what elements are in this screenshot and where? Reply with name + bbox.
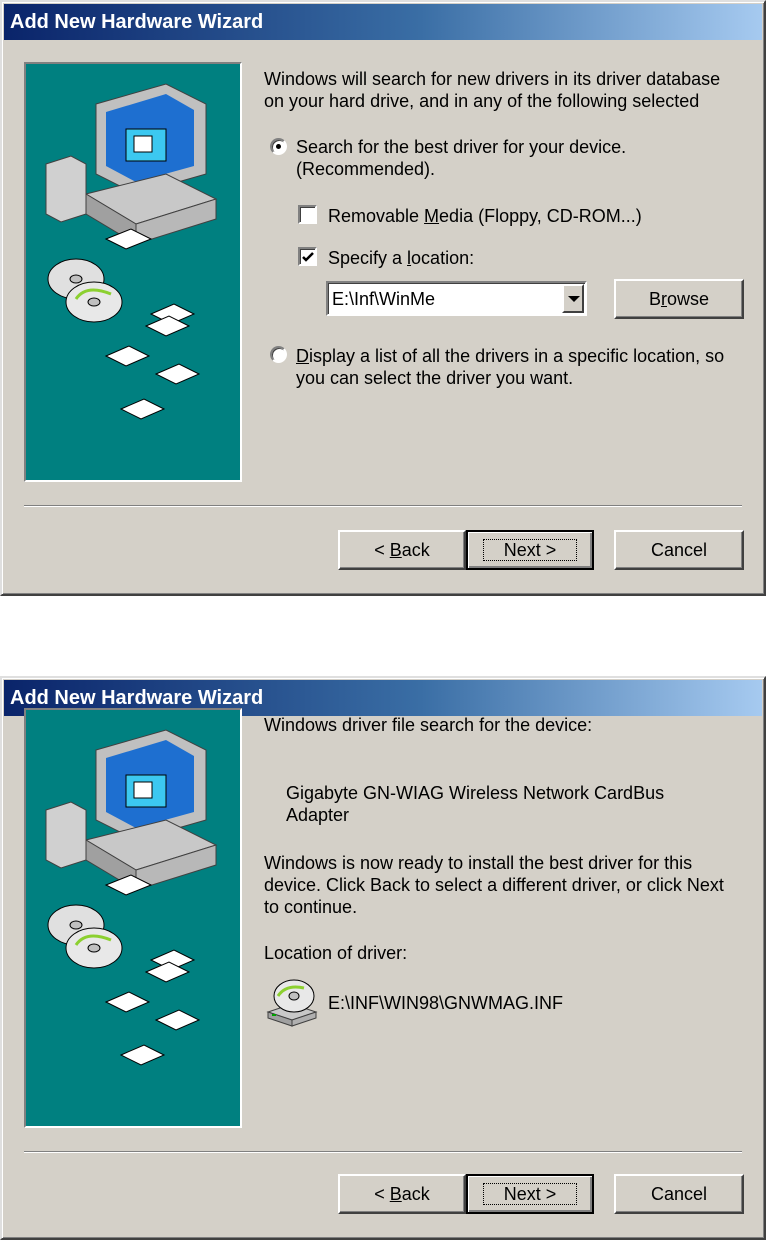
title-bar[interactable]: Add New Hardware Wizard [4,4,762,40]
label-text: edia (Floppy, CD-ROM...) [439,206,642,226]
specify-location-label[interactable]: Specify a location: [328,247,474,269]
radio-selected-dot [276,144,281,149]
intro-line-1: Windows will search for new drivers in i… [264,69,721,89]
label-text: < [374,540,390,560]
cancel-button[interactable]: Cancel [614,530,744,570]
device-name-line-2: Adapter [286,805,350,825]
label-text: Next > [482,1183,578,1205]
label-text: Cancel [650,1184,708,1204]
back-button[interactable]: < Back [338,530,466,570]
search-best-driver-radio[interactable] [270,138,287,155]
label-text: ack [401,1184,430,1204]
display-list-label[interactable]: Display a list of all the drivers in a s… [296,345,724,367]
label-text: Cancel [650,540,708,560]
dialog-title: Add New Hardware Wizard [10,11,264,33]
search-best-driver-label-2: (Recommended). [296,159,436,179]
chevron-down-icon [568,296,580,302]
removable-media-label[interactable]: Removable Media (Floppy, CD-ROM...) [328,205,642,227]
mnemonic: B [389,1184,402,1204]
divider [24,505,742,507]
search-best-driver-label[interactable]: Search for the best driver for your devi… [296,136,626,158]
label-text: Removable [328,206,425,226]
label-text: < [374,1184,390,1204]
removable-media-checkbox[interactable] [298,205,317,224]
mnemonic: M [424,206,440,226]
label-text: Next > [482,539,578,561]
driver-path: E:\INF\WIN98\GNWMAG.INF [328,993,564,1013]
label-text: B [648,289,661,309]
location-combobox[interactable]: E:\Inf\WinMe [326,281,587,316]
mnemonic: D [296,346,309,366]
back-button[interactable]: < Back [338,1174,466,1214]
specify-location-checkbox[interactable] [298,247,317,266]
cancel-button[interactable]: Cancel [614,1174,744,1214]
dialog-title: Add New Hardware Wizard [10,687,264,709]
checkmark-icon [302,252,314,262]
divider [24,1151,742,1153]
search-heading: Windows driver file search for the devic… [264,715,593,735]
display-list-radio[interactable] [270,346,287,363]
label-text: Specify a [328,248,408,268]
computer-and-disks-icon [45,729,218,1066]
location-of-driver-label: Location of driver: [264,943,408,963]
wizard-illustration [24,708,242,1128]
ready-text-line-2: device. Click Back to select a different… [264,875,724,895]
wizard-dialog-ready: Add New Hardware Wizard Windows driver f… [0,676,766,1240]
label-text: owse [666,289,710,309]
browse-button[interactable]: Browse [614,279,744,319]
computer-and-disks-icon [45,83,218,420]
label-text: ocation: [411,248,475,268]
intro-line-2: on your hard drive, and in any of the fo… [264,91,700,111]
next-button[interactable]: Next > [466,530,594,570]
location-value: E:\Inf\WinMe [332,289,436,309]
display-list-label-2: you can select the driver you want. [296,368,574,388]
wizard-illustration [24,62,242,482]
ready-text-line-1: Windows is now ready to install the best… [264,853,693,873]
next-button[interactable]: Next > [466,1174,594,1214]
label-text: isplay a list of all the drivers in a sp… [309,346,725,366]
mnemonic: B [389,540,402,560]
label-text: ack [401,540,430,560]
ready-text-line-3: to continue. [264,897,358,917]
cd-drive-icon [266,979,318,1027]
device-name-line-1: Gigabyte GN-WIAG Wireless Network CardBu… [286,783,665,803]
wizard-dialog-search: Add New Hardware Wizard Windows will sea… [0,0,766,596]
dropdown-button[interactable] [562,284,584,313]
